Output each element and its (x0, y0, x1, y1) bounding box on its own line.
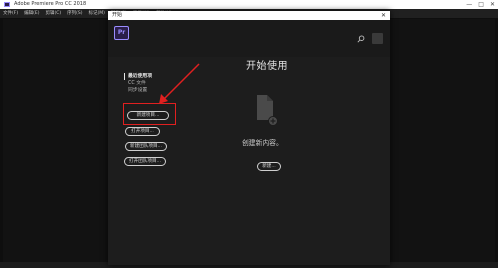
dialog-header: Pr (108, 20, 390, 57)
menu-marker[interactable]: 标记(M) (89, 9, 105, 18)
dialog-title-bar: 开始 ✕ (108, 11, 390, 20)
file-add-icon (257, 95, 278, 126)
new-button[interactable]: 新建... (257, 162, 281, 171)
menu-sequence[interactable]: 序列(S) (67, 9, 82, 18)
app-title: Adobe Premiere Pro CC 2018 (14, 1, 87, 7)
dialog-title: 开始 (112, 12, 123, 18)
sidebar: 最近使用项 CC 文件 同步设置 (124, 73, 204, 94)
page-title: 开始使用 (246, 61, 288, 72)
avatar[interactable] (372, 33, 383, 44)
window-controls: — □ ✕ (466, 0, 495, 9)
premiere-app-icon (4, 2, 10, 7)
menu-edit[interactable]: 编辑(E) (24, 9, 39, 18)
search-icon[interactable] (357, 35, 365, 43)
close-window-button[interactable]: ✕ (490, 0, 495, 9)
sidebar-item-recent[interactable]: 最近使用项 (124, 73, 204, 80)
app-title-bar: Adobe Premiere Pro CC 2018 — □ ✕ (0, 0, 498, 9)
open-project-button[interactable]: 打开项目... (125, 127, 160, 136)
maximize-button[interactable]: □ (478, 0, 484, 9)
sidebar-item-sync-settings[interactable]: 同步设置 (124, 87, 204, 94)
empty-state-message: 创建新内容。 (242, 139, 283, 147)
sidebar-item-cc-files[interactable]: CC 文件 (124, 80, 204, 87)
new-team-project-button[interactable]: 新建团队项目... (125, 142, 167, 151)
annotation-highlight-box (123, 103, 176, 125)
menu-file[interactable]: 文件(F) (3, 9, 18, 18)
premiere-logo-icon: Pr (114, 26, 129, 40)
open-team-project-button[interactable]: 打开团队项目... (124, 157, 166, 166)
minimize-button[interactable]: — (466, 0, 472, 9)
close-icon[interactable]: ✕ (381, 11, 386, 20)
menu-clip[interactable]: 剪辑(C) (45, 9, 61, 18)
